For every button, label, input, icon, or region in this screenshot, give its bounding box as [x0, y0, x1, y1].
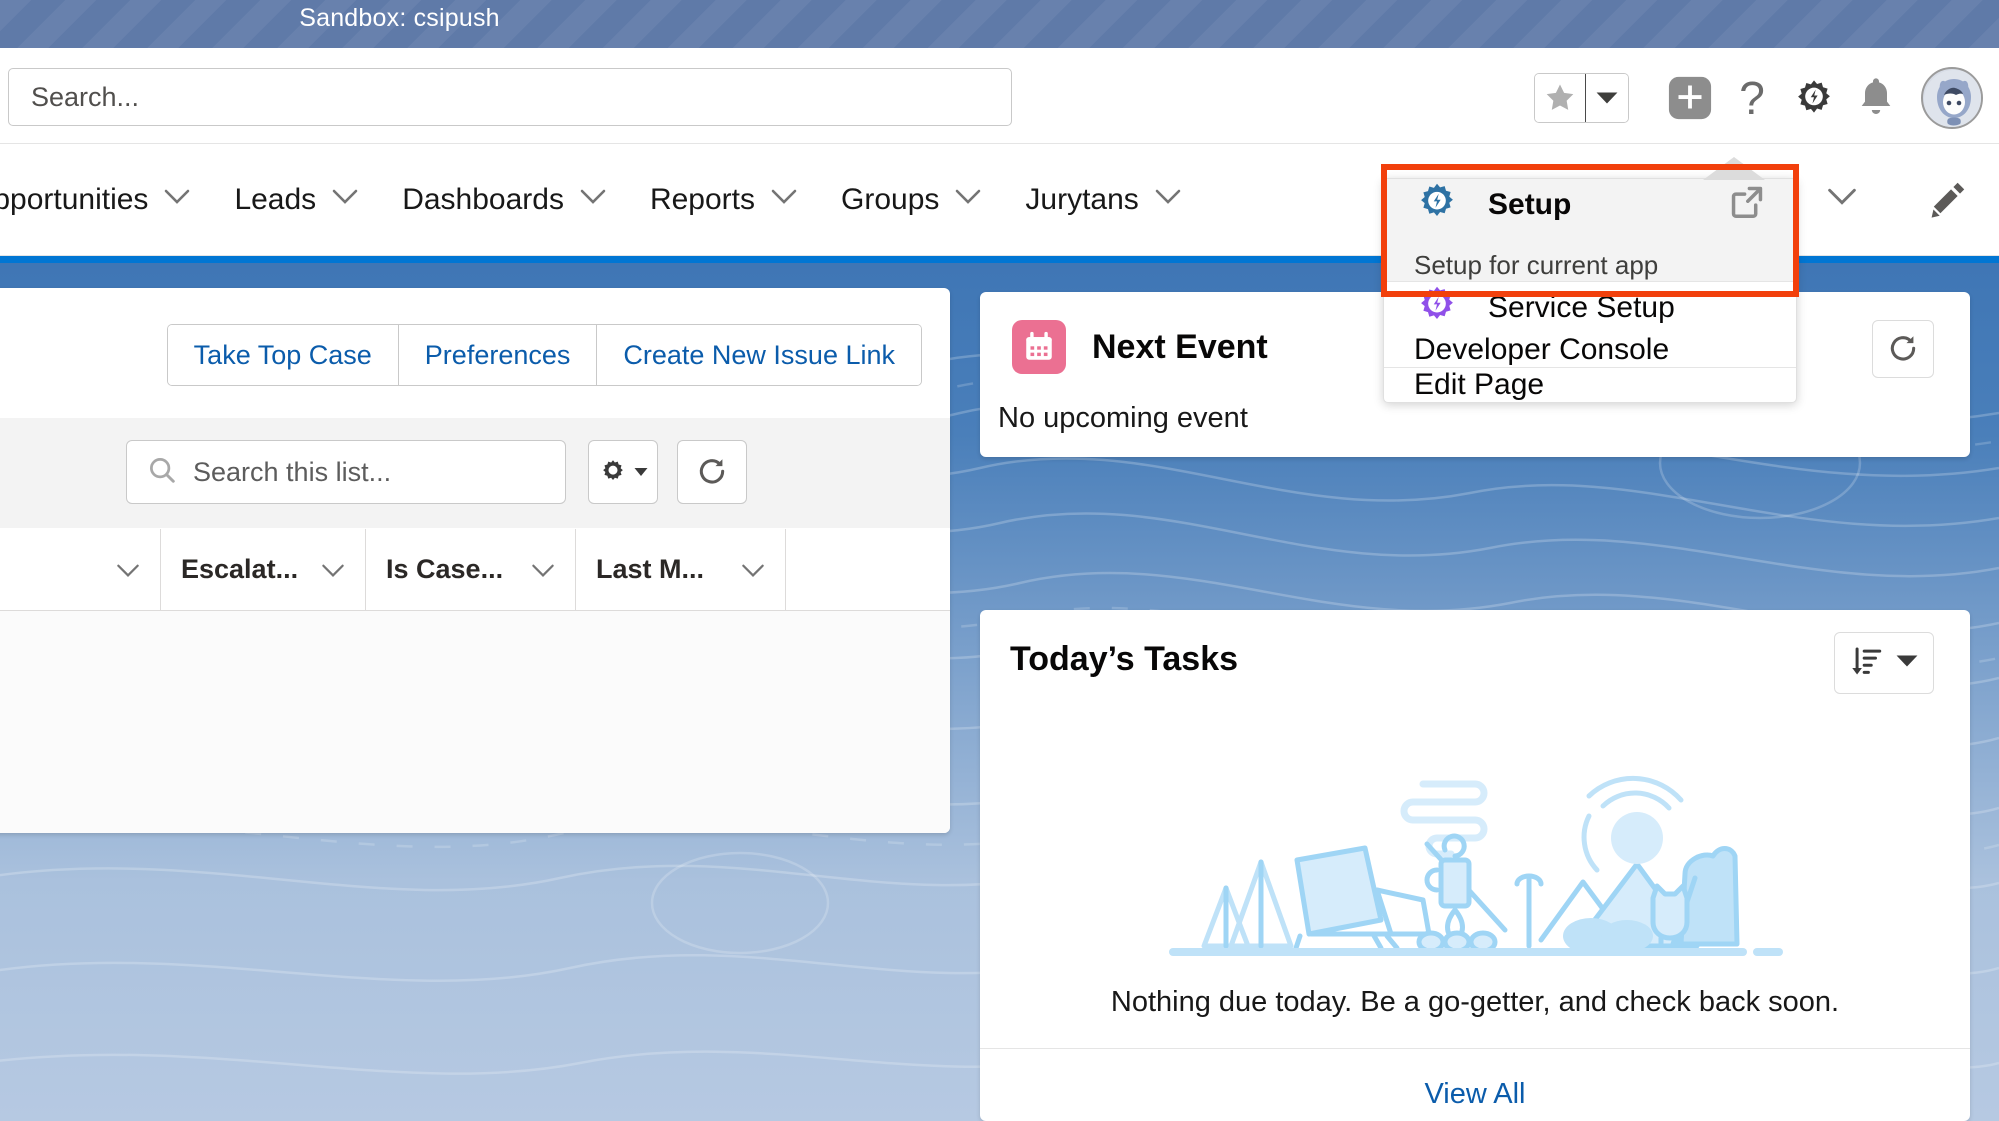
caret-down-icon — [634, 468, 648, 476]
external-link-icon[interactable] — [1728, 183, 1766, 226]
setup-menu-pointer — [1703, 157, 1765, 180]
search-icon — [147, 455, 177, 490]
nav-item-label: Groups — [841, 182, 940, 216]
chevron-down-icon[interactable] — [771, 189, 797, 210]
chevron-down-icon[interactable] — [531, 554, 555, 585]
favorites-star-icon[interactable] — [1535, 74, 1585, 122]
todays-tasks-sort-button[interactable] — [1834, 632, 1934, 694]
caret-down-icon — [1896, 654, 1918, 673]
nav-item-groups[interactable]: Groups — [819, 144, 1003, 256]
list-action-button-group: Take Top Case Preferences Create New Iss… — [166, 324, 922, 386]
calendar-icon — [1012, 320, 1066, 374]
nav-item-label: Opportunities — [0, 182, 149, 216]
nav-item-leads[interactable]: Leads — [212, 144, 380, 256]
menu-item-setup-label: Setup — [1488, 187, 1572, 221]
menu-item-service-setup[interactable]: Service Setup — [1384, 282, 1796, 333]
todays-tasks-empty-message: Nothing due today. Be a go-getter, and c… — [1110, 986, 1840, 1018]
nav-item-label: Reports — [649, 182, 755, 216]
service-setup-gear-icon — [1414, 282, 1460, 333]
chevron-down-icon[interactable] — [321, 554, 345, 585]
nav-item-label: Dashboards — [402, 182, 564, 216]
chevron-down-icon[interactable] — [332, 189, 358, 210]
next-event-empty-message: No upcoming event — [998, 402, 1248, 434]
column-header-is-case[interactable]: Is Case... — [365, 529, 575, 610]
sandbox-banner-text: Sandbox: csipush — [299, 3, 500, 32]
list-toolbar: go Search this list... — [0, 418, 950, 528]
menu-item-developer-console[interactable]: Developer Console — [1384, 333, 1796, 367]
next-event-refresh-icon[interactable] — [1872, 320, 1934, 378]
column-header-label: Last M... — [596, 554, 705, 584]
chevron-down-icon[interactable] — [164, 189, 190, 210]
setup-gear-icon[interactable] — [1783, 64, 1845, 132]
next-event-title: Next Event — [1092, 327, 1268, 366]
help-question-icon[interactable]: ? — [1721, 64, 1783, 132]
list-search-input[interactable]: Search this list... — [126, 440, 566, 504]
list-table-body: splay. — [0, 611, 950, 833]
case-list-panel: Take Top Case Preferences Create New Iss… — [0, 288, 950, 833]
view-all-link[interactable]: View All — [980, 1078, 1970, 1111]
column-header-label: Escalat... — [181, 554, 299, 584]
list-settings-gear-icon[interactable] — [588, 440, 658, 504]
header-icon-group: ? — [1534, 64, 1983, 132]
preferences-button[interactable]: Preferences — [397, 325, 597, 385]
nav-item-dashboards[interactable]: Dashboards — [380, 144, 628, 256]
nav-edit-pencil-icon[interactable] — [1925, 178, 1969, 227]
nav-more-caret[interactable] — [1805, 144, 1879, 256]
global-actions-plus-icon[interactable] — [1659, 64, 1721, 132]
column-header-subject[interactable]: Subject — [0, 529, 160, 610]
create-new-issue-link-button[interactable]: Create New Issue Link — [596, 325, 921, 385]
nav-item-label: Jurytans — [1025, 182, 1139, 216]
sort-descending-icon — [1850, 644, 1884, 683]
todays-tasks-title: Today’s Tasks — [1010, 640, 1239, 678]
nav-item-opportunities[interactable]: Opportunities — [0, 144, 212, 256]
favorites-caret-icon[interactable] — [1585, 74, 1628, 122]
chevron-down-icon[interactable] — [116, 554, 140, 585]
next-event-header: Next Event — [1012, 320, 1268, 374]
take-top-case-button[interactable]: Take Top Case — [167, 325, 398, 385]
notifications-bell-icon[interactable] — [1845, 64, 1907, 132]
column-header-escalated[interactable]: Escalat... — [160, 529, 365, 610]
nav-item-label: Leads — [234, 182, 317, 216]
avatar[interactable] — [1921, 64, 1983, 132]
favorites-group[interactable] — [1534, 73, 1629, 123]
nav-item-jurytans[interactable]: Jurytans — [1003, 144, 1202, 256]
column-header-last-modified[interactable]: Last M... — [575, 529, 785, 610]
menu-item-setup[interactable]: Setup Setup for current app — [1384, 179, 1796, 281]
global-search-placeholder: Search... — [31, 81, 140, 112]
column-header-actions — [785, 529, 950, 610]
menu-item-setup-sublabel: Setup for current app — [1414, 250, 1659, 280]
chevron-down-icon[interactable] — [741, 554, 765, 585]
todays-tasks-card: Today’s Tasks Nothing due today. Be a go… — [980, 610, 1970, 1121]
menu-item-edit-page[interactable]: Edit Page — [1384, 368, 1796, 402]
list-table-header: Subject Escalat... Is Case... Last M... — [0, 529, 950, 611]
global-header: Search... ? — [0, 48, 1999, 144]
setup-dropdown-menu: Setup Setup for current app Service Setu… — [1383, 178, 1797, 403]
nav-item-reports[interactable]: Reports — [628, 144, 819, 256]
sandbox-banner: Sandbox: csipush — [0, 0, 1999, 48]
list-refresh-icon[interactable] — [677, 440, 747, 504]
menu-item-service-setup-label: Service Setup — [1488, 290, 1675, 324]
chevron-down-icon[interactable] — [1827, 188, 1857, 211]
chevron-down-icon[interactable] — [955, 189, 981, 210]
chevron-down-icon[interactable] — [1155, 189, 1181, 210]
chevron-down-icon[interactable] — [580, 189, 606, 210]
global-search-input[interactable]: Search... — [8, 68, 1012, 126]
campfire-camping-illustration — [1165, 740, 1785, 975]
setup-gear-icon — [1414, 179, 1460, 230]
divider — [980, 1048, 1970, 1049]
list-search-placeholder: Search this list... — [193, 456, 392, 487]
column-header-label: Is Case... — [386, 554, 504, 584]
